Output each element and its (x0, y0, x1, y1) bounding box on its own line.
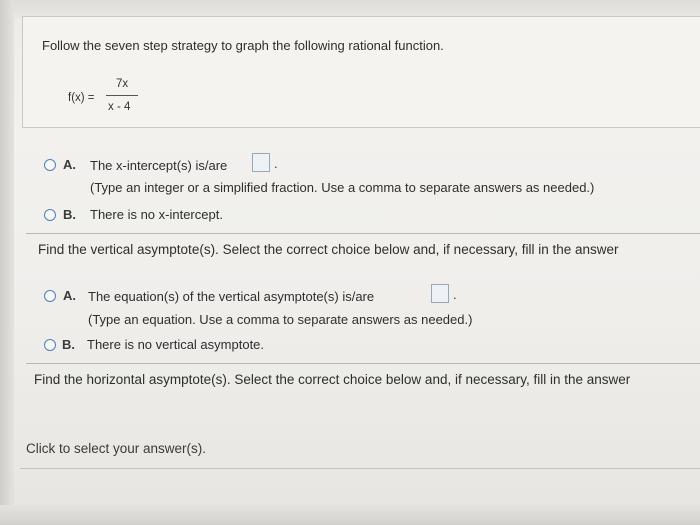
horizontal-asymptote-prompt: Find the horizontal asymptote(s). Select… (34, 372, 631, 387)
function-label: f(x) = (68, 92, 95, 104)
bottom-strip (0, 505, 700, 525)
vertical-asymptote-period: . (453, 287, 457, 302)
vertical-asymptote-option-a-radio[interactable] (44, 290, 56, 302)
function-denominator: x - 4 (108, 101, 131, 113)
vertical-asymptote-option-a-text: The equation(s) of the vertical asymptot… (88, 289, 375, 304)
footer-status: Click to select your answer(s). (26, 441, 207, 456)
vertical-asymptote-option-b-letter: B. (62, 337, 75, 352)
vertical-asymptote-option-b-radio[interactable] (44, 339, 56, 351)
x-intercept-option-b-radio[interactable] (44, 209, 56, 221)
footer-divider (20, 468, 700, 469)
x-intercept-option-a-letter: A. (63, 157, 76, 172)
section-divider (26, 363, 700, 364)
left-edge (0, 0, 14, 525)
x-intercept-answer-box[interactable] (252, 153, 270, 172)
vertical-asymptote-option-b-text: There is no vertical asymptote. (87, 337, 265, 352)
section-divider (26, 233, 700, 234)
vertical-asymptote-prompt: Find the vertical asymptote(s). Select t… (38, 242, 619, 257)
question-instruction: Follow the seven step strategy to graph … (42, 38, 444, 53)
function-numerator: 7x (116, 78, 129, 90)
x-intercept-period: . (274, 156, 278, 171)
x-intercept-hint: (Type an integer or a simplified fractio… (90, 180, 595, 195)
x-intercept-option-a-radio[interactable] (44, 159, 56, 171)
vertical-asymptote-hint: (Type an equation. Use a comma to separa… (88, 312, 473, 327)
x-intercept-option-a-text: The x-intercept(s) is/are (90, 158, 228, 173)
x-intercept-option-b-letter: B. (63, 207, 76, 222)
fraction-bar (106, 95, 138, 96)
screen: Follow the seven step strategy to graph … (0, 0, 700, 525)
vertical-asymptote-option-a-letter: A. (63, 288, 76, 303)
x-intercept-option-b-text: There is no x-intercept. (90, 207, 223, 222)
vertical-asymptote-answer-box[interactable] (431, 284, 449, 303)
